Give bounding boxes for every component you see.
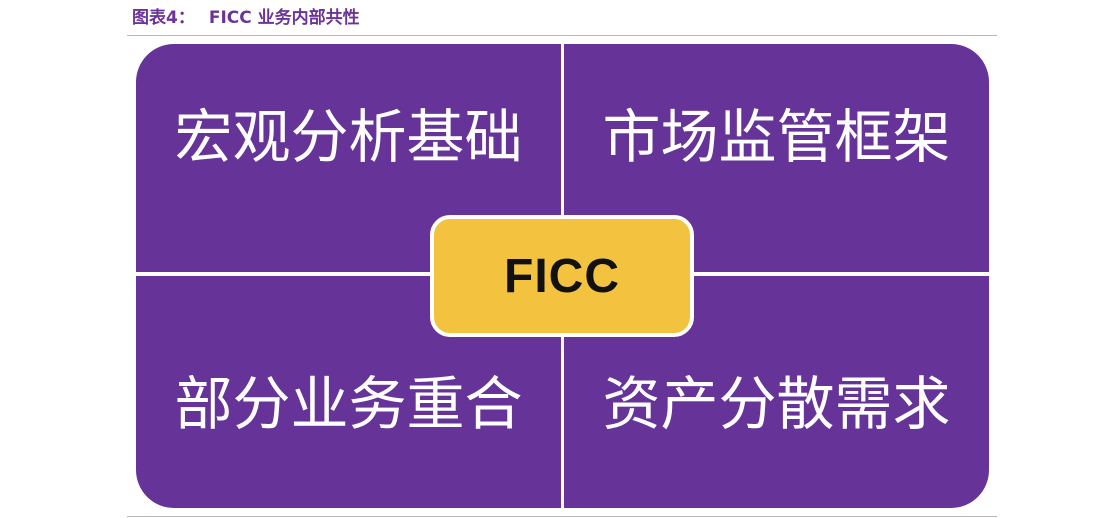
figure-caption: 图表4： FICC 业务内部共性 (132, 4, 360, 32)
center-label: FICC (504, 249, 620, 303)
caption-divider (127, 35, 997, 36)
quadrant-label-business-overlap: 部分业务重合 (174, 370, 523, 438)
quadrant-label-market-regulation: 市场监管框架 (602, 103, 951, 171)
quadrant-label-macro-analysis: 宏观分析基础 (174, 103, 523, 171)
figure-title: FICC 业务内部共性 (208, 8, 360, 28)
quadrant-label-asset-diversification: 资产分散需求 (602, 370, 951, 438)
bottom-divider (127, 516, 997, 517)
figure-number: 图表4： (132, 8, 195, 28)
center-node: FICC (430, 215, 694, 337)
